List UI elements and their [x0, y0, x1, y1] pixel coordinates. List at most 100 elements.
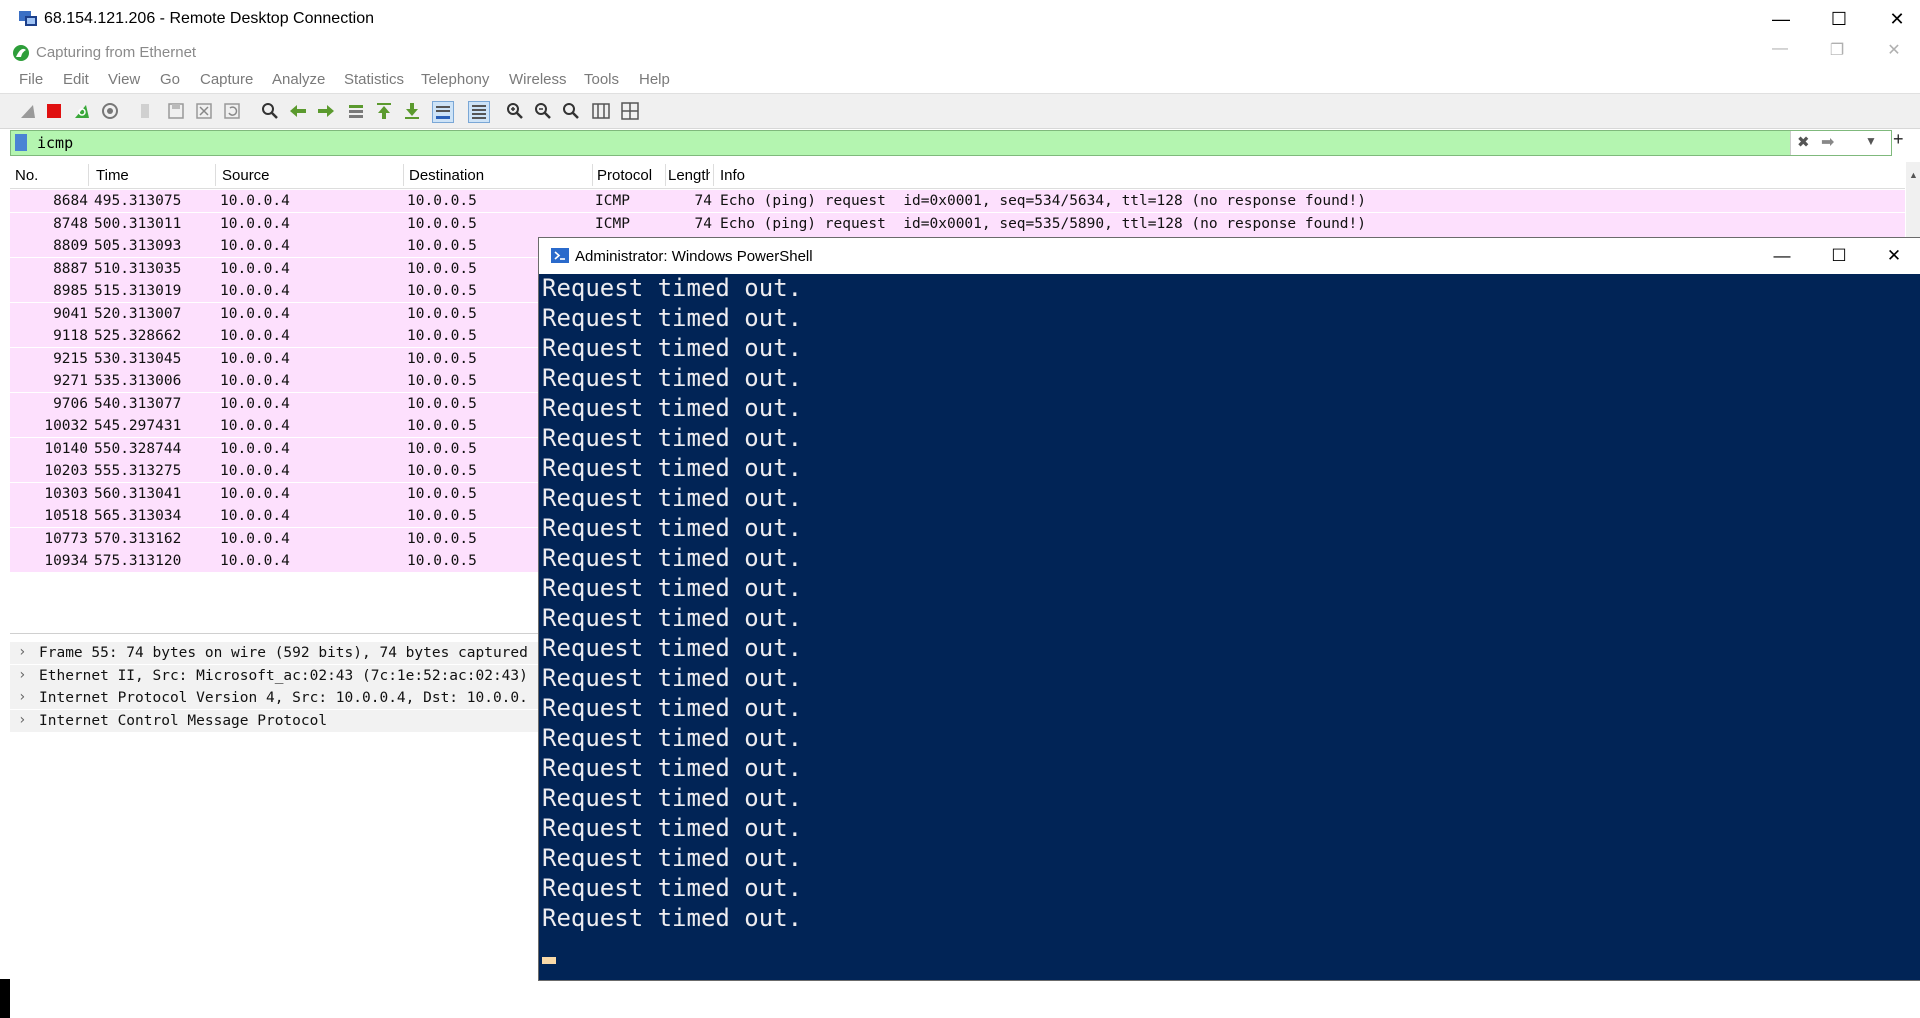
packet-no: 8985 [53, 283, 88, 299]
packet-no: 8684 [53, 193, 88, 209]
restart-capture-icon[interactable] [72, 101, 92, 121]
packet-source: 10.0.0.4 [220, 350, 290, 367]
packet-info: Echo (ping) request id=0x0001, seq=534/5… [720, 193, 1367, 209]
menu-go[interactable]: Go [160, 71, 180, 88]
packet-list-header: No. Time Source Destination Protocol Len… [10, 162, 1905, 189]
console-line: Request timed out. [542, 844, 803, 872]
packet-destination: 10.0.0.5 [407, 463, 477, 479]
packet-source: 10.0.0.4 [220, 485, 290, 502]
display-filter-input[interactable]: icmp [37, 134, 73, 152]
menu-file[interactable]: File [19, 71, 43, 88]
shark-fin-icon [13, 45, 29, 61]
colorize-icon[interactable] [468, 101, 490, 123]
column-no[interactable]: No. [15, 167, 38, 184]
chevron-right-icon[interactable]: › [18, 689, 26, 705]
packet-no: 9215 [53, 350, 88, 367]
minimize-button[interactable]: — [1752, 0, 1810, 38]
packet-source: 10.0.0.4 [220, 283, 290, 299]
packet-destination: 10.0.0.5 [407, 350, 477, 367]
last-packet-icon[interactable] [402, 101, 422, 121]
zoom-in-icon[interactable] [505, 101, 525, 121]
open-file-icon[interactable] [136, 101, 156, 121]
go-to-packet-icon[interactable] [346, 101, 366, 121]
clear-filter-icon[interactable]: ✖ [1797, 133, 1810, 151]
console-line: Request timed out. [542, 694, 803, 722]
close-button[interactable]: ✕ [1868, 0, 1920, 38]
console-line: Request timed out. [542, 604, 803, 632]
packet-destination: 10.0.0.5 [407, 328, 477, 344]
packet-destination: 10.0.0.5 [407, 373, 477, 389]
ws-restore-icon[interactable]: ❐ [1817, 40, 1857, 60]
console-line: Request timed out. [542, 544, 803, 572]
menu-view[interactable]: View [108, 71, 140, 88]
reload-file-icon[interactable] [222, 101, 242, 121]
layout-icon[interactable] [620, 101, 640, 121]
packet-no: 10032 [44, 418, 88, 434]
menu-edit[interactable]: Edit [63, 71, 89, 88]
packet-no: 10140 [44, 440, 88, 457]
menu-analyze[interactable]: Analyze [272, 71, 325, 88]
normal-size-icon[interactable] [561, 101, 581, 121]
packet-time: 575.313120 [94, 553, 182, 569]
chevron-right-icon[interactable]: › [18, 644, 26, 660]
ps-maximize-button[interactable]: ☐ [1812, 238, 1866, 274]
menu-tools[interactable]: Tools [584, 71, 619, 88]
packet-time: 570.313162 [94, 530, 182, 547]
packet-time: 560.313041 [94, 485, 182, 502]
menu-statistics[interactable]: Statistics [344, 71, 404, 88]
capture-options-icon[interactable] [100, 101, 120, 121]
packet-no: 10303 [44, 485, 88, 502]
save-file-icon[interactable] [166, 101, 186, 121]
maximize-button[interactable]: ☐ [1810, 0, 1868, 38]
chevron-right-icon[interactable]: › [18, 712, 26, 728]
packet-no: 8748 [53, 215, 88, 232]
bookmark-icon[interactable] [15, 134, 27, 151]
column-destination[interactable]: Destination [409, 167, 484, 184]
packet-source: 10.0.0.4 [220, 328, 290, 344]
chevron-right-icon[interactable]: › [18, 667, 26, 683]
table-row[interactable]: 8684 495.313075 10.0.0.4 10.0.0.5 ICMP 74 Echo… [10, 190, 1905, 212]
text-cursor [542, 957, 556, 964]
packet-source: 10.0.0.4 [220, 463, 290, 479]
table-row[interactable]: 8748 500.313011 10.0.0.4 10.0.0.5 ICMP 74 Echo… [10, 212, 1905, 235]
menu-wireless[interactable]: Wireless [509, 71, 567, 88]
menu-help[interactable]: Help [639, 71, 670, 88]
powershell-console[interactable]: Request timed out. Request timed out. Requ… [539, 274, 1920, 980]
packet-destination: 10.0.0.5 [407, 418, 477, 434]
go-forward-icon[interactable] [316, 101, 336, 121]
resize-columns-icon[interactable] [591, 101, 611, 121]
autoscroll-icon[interactable] [432, 101, 454, 123]
go-back-icon[interactable] [288, 101, 308, 121]
scroll-up-icon[interactable]: ▲ [1909, 170, 1918, 180]
main-toolbar [0, 93, 1920, 129]
menu-telephony[interactable]: Telephony [421, 71, 489, 88]
close-file-icon[interactable] [194, 101, 214, 121]
ws-minimize-icon[interactable]: — [1760, 40, 1800, 58]
packet-length: 74 [694, 193, 712, 209]
column-source[interactable]: Source [222, 167, 270, 184]
ws-close-icon[interactable]: ✕ [1874, 40, 1914, 60]
find-packet-icon[interactable] [260, 101, 280, 121]
packet-time: 545.297431 [94, 418, 182, 434]
start-capture-icon[interactable] [18, 101, 38, 121]
menu-capture[interactable]: Capture [200, 71, 253, 88]
column-time[interactable]: Time [96, 167, 129, 184]
packet-time: 515.313019 [94, 283, 182, 299]
ps-close-button[interactable]: ✕ [1867, 238, 1920, 274]
packet-destination: 10.0.0.5 [407, 215, 477, 232]
zoom-out-icon[interactable] [533, 101, 553, 121]
packet-no: 9706 [53, 395, 88, 412]
ps-minimize-button[interactable]: — [1755, 238, 1809, 274]
console-line: Request timed out. [542, 484, 803, 512]
column-protocol[interactable]: Protocol [597, 167, 652, 184]
filter-dropdown-icon[interactable]: ▼ [1865, 134, 1877, 148]
apply-filter-icon[interactable]: ➡ [1821, 132, 1834, 152]
column-info[interactable]: Info [720, 167, 745, 184]
packet-time: 505.313093 [94, 238, 182, 254]
stop-capture-icon[interactable] [44, 101, 64, 121]
column-divider [88, 164, 89, 186]
first-packet-icon[interactable] [374, 101, 394, 121]
packet-source: 10.0.0.4 [220, 193, 290, 209]
add-filter-button-icon[interactable]: + [1893, 129, 1904, 150]
column-length[interactable]: Length [668, 167, 710, 184]
